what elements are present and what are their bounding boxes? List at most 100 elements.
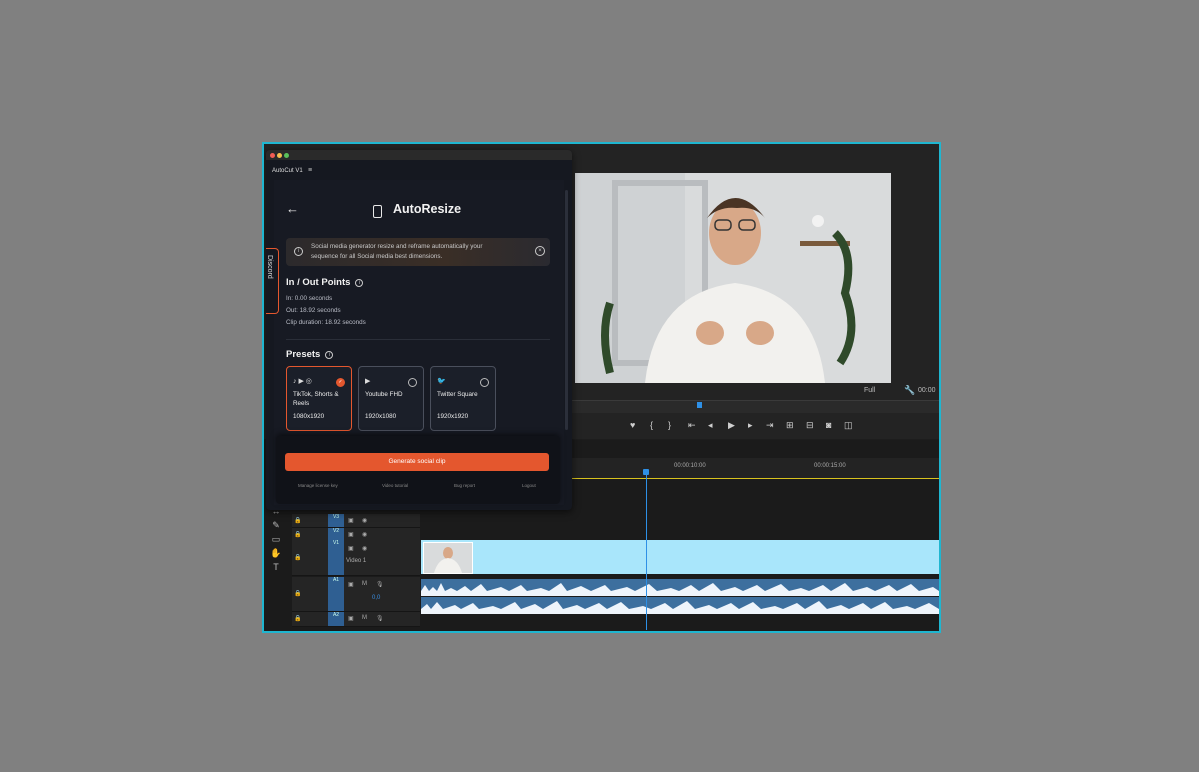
lock-icon[interactable]: 🔒 bbox=[294, 615, 301, 622]
panel-scrollbar[interactable] bbox=[565, 190, 568, 430]
film-icon[interactable]: ▣ bbox=[348, 517, 354, 524]
minimize-window-button[interactable] bbox=[277, 153, 282, 158]
mic-icon[interactable]: 🎙 bbox=[376, 615, 384, 622]
preset-name: Twitter Square bbox=[437, 391, 478, 398]
selected-check-icon[interactable]: ✓ bbox=[336, 378, 345, 387]
wrench-icon[interactable]: 🔧 bbox=[904, 385, 915, 396]
tools-panel: ↔ ✎ ▭ ✋ T bbox=[268, 506, 284, 576]
youtube-icon: ▶ bbox=[365, 378, 371, 385]
hand-icon[interactable]: ✋ bbox=[268, 548, 284, 562]
divider bbox=[286, 339, 550, 340]
video-tutorial-link[interactable]: Video tutorial bbox=[382, 483, 408, 488]
close-window-button[interactable] bbox=[270, 153, 275, 158]
zoom-select[interactable]: Full bbox=[864, 387, 875, 394]
marker-icon[interactable]: ♥ bbox=[630, 420, 635, 430]
eye-icon[interactable]: ◉ bbox=[362, 517, 367, 524]
info-icon[interactable]: i bbox=[355, 279, 364, 287]
mark-out-icon[interactable]: } bbox=[668, 420, 671, 430]
step-back-icon[interactable]: ◂ bbox=[708, 420, 713, 431]
track-v1[interactable]: V1 🔒 ▣ ◉ Video 1 bbox=[292, 540, 420, 576]
info-banner-text: Social media generator resize and refram… bbox=[311, 243, 483, 260]
type-icon[interactable]: T bbox=[268, 562, 284, 576]
track-label: V2 bbox=[328, 528, 344, 540]
lock-icon[interactable]: 🔒 bbox=[294, 554, 301, 561]
rectangle-icon[interactable]: ▭ bbox=[268, 534, 284, 548]
play-icon[interactable]: ▶ bbox=[728, 420, 735, 431]
preset-dims: 1080x1920 bbox=[293, 413, 325, 420]
bug-report-link[interactable]: Bug report bbox=[454, 483, 475, 488]
info-icon: i bbox=[294, 247, 303, 256]
out-point: Out: 18.92 seconds bbox=[286, 307, 341, 314]
go-to-out-icon[interactable]: ⇥ bbox=[766, 420, 774, 431]
timeline-playhead-line bbox=[646, 470, 647, 630]
film-icon[interactable]: ▣ bbox=[348, 531, 354, 538]
preset-card-twitter[interactable]: 🐦 Twitter Square 1920x1920 bbox=[430, 366, 496, 431]
phone-icon bbox=[373, 205, 382, 218]
preset-card-youtube[interactable]: ▶ Youtube FHD 1920x1080 bbox=[358, 366, 424, 431]
mic-icon[interactable]: 🎙 bbox=[376, 581, 384, 588]
inout-heading: In / Out Points i bbox=[286, 277, 364, 288]
timecode: 00:00 bbox=[918, 387, 936, 394]
insert-icon[interactable]: ⊞ bbox=[786, 420, 794, 431]
monitor-scrubber[interactable] bbox=[564, 400, 939, 413]
timeline-ruler[interactable]: 00:00:10:00 00:00:15:00 bbox=[564, 458, 939, 479]
presets-heading: Presets i bbox=[286, 349, 334, 360]
maximize-window-button[interactable] bbox=[284, 153, 289, 158]
track-a2[interactable]: A2 🔒 ▣ M 🎙 bbox=[292, 612, 420, 627]
sync-icon[interactable]: ▣ bbox=[348, 615, 354, 622]
audio-level[interactable]: 0,0 bbox=[372, 595, 380, 601]
track-name: Video 1 bbox=[346, 558, 367, 564]
preset-radio[interactable] bbox=[408, 378, 417, 387]
back-arrow-icon[interactable]: ← bbox=[286, 201, 299, 216]
video-preview bbox=[575, 173, 891, 383]
film-icon[interactable]: ▣ bbox=[348, 545, 354, 552]
preset-dims: 1920x1920 bbox=[437, 413, 469, 420]
discord-label: Discord bbox=[266, 255, 273, 279]
close-banner-icon[interactable]: × bbox=[535, 246, 545, 256]
mute-icon[interactable]: M bbox=[362, 581, 367, 587]
twitter-icon: 🐦 bbox=[437, 378, 446, 385]
track-label: V3 bbox=[328, 514, 344, 527]
compare-icon[interactable]: ◫ bbox=[844, 420, 853, 431]
clip-duration: Clip duration: 18.92 seconds bbox=[286, 319, 366, 326]
video-clip[interactable] bbox=[421, 540, 939, 574]
in-point: In: 0.00 seconds bbox=[286, 295, 333, 302]
hamburger-icon[interactable]: ≡ bbox=[308, 167, 312, 174]
scrubber-playhead[interactable] bbox=[697, 402, 702, 408]
window-titlebar bbox=[266, 150, 572, 160]
preset-dims: 1920x1080 bbox=[365, 413, 397, 420]
preset-radio[interactable] bbox=[480, 378, 489, 387]
pen-icon[interactable]: ✎ bbox=[268, 520, 284, 534]
discord-tab[interactable]: Discord bbox=[266, 248, 279, 314]
plugin-app-name: AutoCut V1 bbox=[272, 168, 303, 174]
preset-name: Youtube FHD bbox=[365, 391, 403, 398]
info-banner: i Social media generator resize and refr… bbox=[286, 238, 550, 266]
track-label: V1 bbox=[328, 540, 344, 575]
sync-icon[interactable]: ▣ bbox=[348, 581, 354, 588]
track-a1[interactable]: A1 🔒 ▣ M 🎙 0,0 bbox=[292, 577, 420, 612]
manage-license-link[interactable]: Manage license key bbox=[298, 483, 338, 488]
step-forward-icon[interactable]: ▸ bbox=[748, 420, 753, 431]
eye-icon[interactable]: ◉ bbox=[362, 545, 367, 552]
overwrite-icon[interactable]: ⊟ bbox=[806, 420, 814, 431]
lock-icon[interactable]: 🔒 bbox=[294, 531, 301, 538]
eye-icon[interactable]: ◉ bbox=[362, 531, 367, 538]
timeline-playhead[interactable] bbox=[643, 469, 649, 475]
audio-clip-left[interactable] bbox=[421, 579, 939, 596]
logout-link[interactable]: Logout bbox=[522, 483, 536, 488]
go-to-in-icon[interactable]: ⇤ bbox=[688, 420, 696, 431]
track-label: A1 bbox=[328, 577, 344, 611]
info-icon[interactable]: i bbox=[325, 351, 334, 359]
audio-clip-right[interactable] bbox=[421, 597, 939, 614]
track-v3[interactable]: V3 🔒 ▣ ◉ bbox=[292, 514, 420, 528]
lock-icon[interactable]: 🔒 bbox=[294, 517, 301, 524]
camera-icon[interactable]: ◙ bbox=[826, 420, 831, 430]
lock-icon[interactable]: 🔒 bbox=[294, 590, 301, 597]
generate-social-clip-button[interactable]: Generate social clip bbox=[285, 453, 549, 471]
social-icons: ♪ ▶ ◎ bbox=[293, 378, 312, 385]
inout-heading-text: In / Out Points bbox=[286, 277, 351, 288]
mark-in-icon[interactable]: { bbox=[650, 420, 653, 430]
preset-card-tiktok[interactable]: ♪ ▶ ◎ ✓ TikTok, Shorts & Reels 1080x1920 bbox=[286, 366, 352, 431]
mute-icon[interactable]: M bbox=[362, 615, 367, 621]
track-label: A2 bbox=[328, 612, 344, 626]
